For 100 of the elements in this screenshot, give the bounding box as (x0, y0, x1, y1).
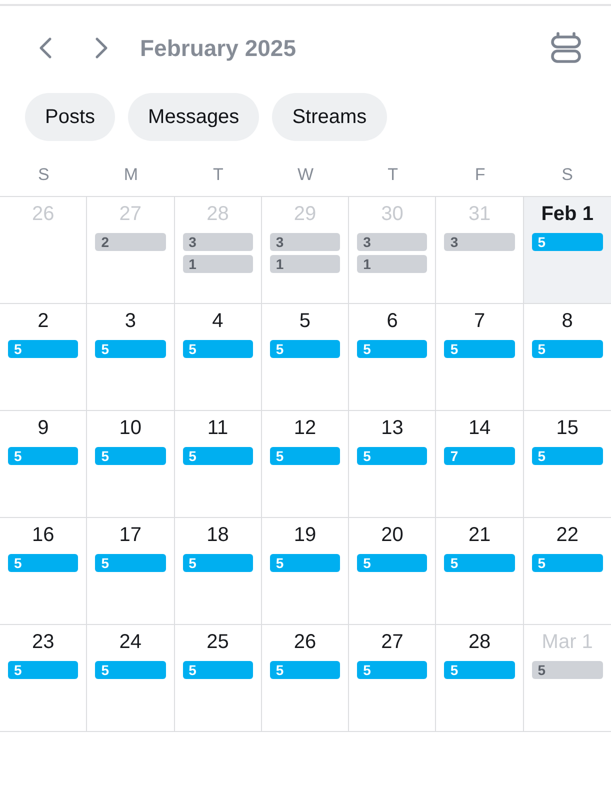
day-cell[interactable]: 12 5 (262, 411, 350, 517)
weekday-label: T (388, 164, 398, 184)
filter-chip[interactable]: Streams (272, 93, 387, 141)
day-number: 24 (119, 630, 142, 655)
day-cell[interactable]: 30 3 1 (349, 197, 436, 303)
day-number: Mar 1 (542, 630, 593, 655)
day-number: 26 (32, 202, 54, 227)
count-badge[interactable]: 5 (270, 447, 340, 465)
day-cell[interactable]: 24 5 (87, 625, 175, 731)
count-badge[interactable]: 5 (182, 447, 253, 465)
day-cell[interactable]: 27 5 (349, 625, 436, 731)
day-cell[interactable]: 15 5 (524, 411, 611, 517)
day-number: 11 (207, 416, 228, 441)
day-cell[interactable]: 8 5 (524, 304, 611, 410)
day-cell[interactable]: 31 3 (436, 197, 524, 303)
count-badge[interactable]: 5 (95, 661, 166, 679)
filter-chip[interactable]: Messages (128, 93, 260, 141)
count-badge[interactable]: 5 (270, 340, 340, 358)
weekday-label: M (124, 164, 138, 184)
count-badge[interactable]: 3 (444, 233, 515, 251)
weekday-label: W (297, 164, 314, 184)
count-badge[interactable]: 3 (182, 233, 253, 251)
count-badge[interactable]: 5 (95, 554, 166, 572)
count-badge[interactable]: 3 (357, 233, 428, 251)
count-badge[interactable]: 5 (8, 447, 78, 465)
day-cell[interactable]: 10 5 (87, 411, 175, 517)
day-number: 6 (386, 309, 398, 334)
day-cell[interactable]: Feb 1 5 (524, 197, 611, 303)
day-cell[interactable]: 5 5 (262, 304, 350, 410)
day-number: 15 (556, 416, 578, 441)
count-badge[interactable]: 5 (270, 661, 340, 679)
day-number: 18 (206, 523, 229, 548)
count-badge[interactable]: 5 (182, 340, 253, 358)
count-badge[interactable]: 5 (444, 661, 515, 679)
count-badge[interactable]: 3 (270, 233, 340, 251)
stacked-rectangles-icon[interactable] (551, 32, 581, 64)
day-cell[interactable]: Mar 1 5 (524, 625, 611, 731)
count-badge[interactable]: 1 (182, 255, 253, 273)
day-cell[interactable]: 28 3 1 (174, 197, 262, 303)
day-cell[interactable]: 19 5 (262, 518, 350, 624)
count-badge[interactable]: 5 (357, 340, 428, 358)
count-badge[interactable]: 5 (8, 661, 78, 679)
count-badge[interactable]: 5 (8, 340, 78, 358)
count-badge[interactable]: 5 (532, 447, 603, 465)
count-badge[interactable]: 5 (357, 554, 428, 572)
day-cell[interactable]: 16 5 (0, 518, 88, 624)
day-number: 22 (556, 523, 578, 548)
count-badge[interactable]: 5 (270, 554, 340, 572)
day-cell[interactable]: 6 5 (349, 304, 436, 410)
day-cell[interactable]: 28 5 (436, 625, 524, 731)
day-number: 16 (32, 523, 54, 548)
day-cell[interactable]: 23 5 (0, 625, 88, 731)
count-badge[interactable]: 5 (357, 661, 428, 679)
day-cell[interactable]: 13 5 (349, 411, 436, 517)
day-cell[interactable]: 20 5 (349, 518, 436, 624)
day-number: 27 (381, 630, 404, 655)
day-number: 26 (294, 630, 316, 655)
count-badge[interactable]: 5 (95, 447, 166, 465)
count-badge[interactable]: 5 (182, 554, 253, 572)
day-cell[interactable]: 21 5 (436, 518, 524, 624)
day-cell[interactable]: 11 5 (174, 411, 262, 517)
count-badge[interactable]: 5 (444, 554, 515, 572)
count-badge[interactable]: 5 (182, 661, 253, 679)
count-badge[interactable]: 5 (95, 340, 166, 358)
count-badge[interactable]: 5 (8, 554, 78, 572)
day-cell[interactable]: 4 5 (174, 304, 262, 410)
count-badge[interactable]: 5 (444, 340, 515, 358)
day-number: Feb 1 (541, 202, 594, 227)
day-cell[interactable]: 25 5 (174, 625, 262, 731)
day-cell[interactable]: 7 5 (436, 304, 524, 410)
day-cell[interactable]: 29 3 1 (262, 197, 350, 303)
count-badge[interactable]: 1 (357, 255, 428, 273)
day-cell[interactable]: 17 5 (87, 518, 175, 624)
day-cell[interactable]: 14 7 (436, 411, 524, 517)
count-badge[interactable]: 5 (357, 447, 428, 465)
weekday-label: S (38, 164, 50, 184)
day-cell[interactable]: 27 2 (87, 197, 175, 303)
count-badge[interactable]: 5 (532, 554, 603, 572)
day-number: 28 (206, 202, 229, 227)
count-badge[interactable]: 5 (532, 661, 603, 679)
chevron-left-icon[interactable] (38, 37, 52, 59)
day-number: 8 (562, 309, 573, 334)
day-cell[interactable]: 9 5 (0, 411, 88, 517)
day-number: 30 (381, 202, 404, 227)
day-cell[interactable]: 2 5 (0, 304, 88, 410)
count-badge[interactable]: 7 (444, 447, 515, 465)
day-number: 20 (381, 523, 404, 548)
day-number: 13 (381, 416, 404, 441)
day-cell[interactable]: 3 5 (87, 304, 175, 410)
weekday-label: F (474, 164, 486, 184)
day-cell[interactable]: 26 5 (262, 625, 350, 731)
count-badge[interactable]: 1 (270, 255, 340, 273)
count-badge[interactable]: 5 (532, 340, 603, 358)
day-cell[interactable]: 22 5 (524, 518, 611, 624)
day-cell[interactable]: 18 5 (174, 518, 262, 624)
count-badge[interactable]: 5 (532, 233, 603, 251)
chevron-right-icon[interactable] (95, 37, 109, 59)
filter-chip[interactable]: Posts (25, 93, 116, 141)
count-badge[interactable]: 2 (95, 233, 166, 251)
weekday-label: T (213, 164, 224, 184)
